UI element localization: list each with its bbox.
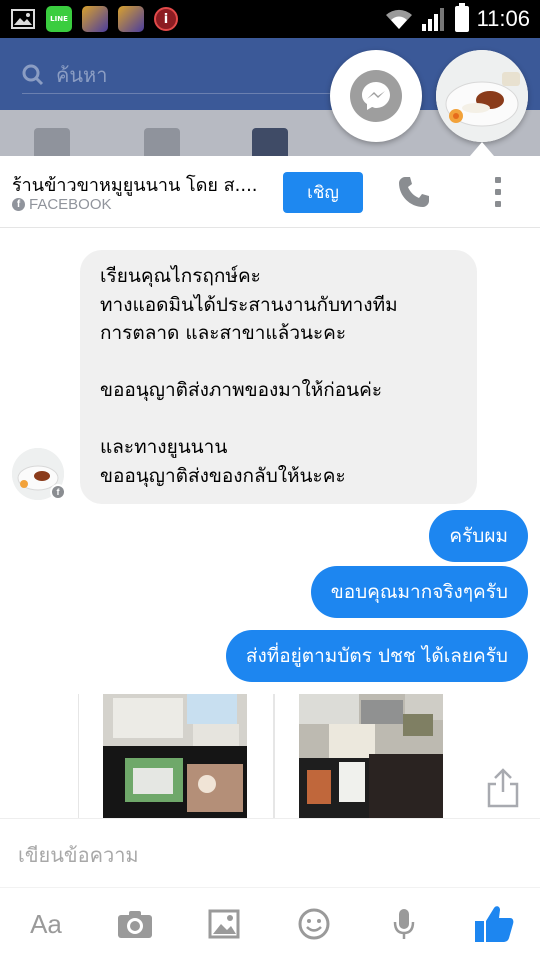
news-feed-tab-icon[interactable] — [34, 128, 70, 158]
conversation-subtitle: f FACEBOOK — [12, 196, 112, 213]
camera-icon[interactable] — [113, 902, 157, 946]
game-icon — [118, 6, 144, 32]
chat-header: ร้านข้าวขาหมูยูนนาน โดย ส.... f FACEBOOK… — [0, 156, 540, 228]
text-format-icon[interactable]: Aa — [24, 902, 68, 946]
system-status: 11:06 — [385, 3, 530, 34]
facebook-logo-icon: f — [12, 198, 25, 211]
phone-call-icon[interactable] — [396, 174, 432, 210]
signal-icon — [421, 8, 444, 31]
status-bar: LINE i 11:06 — [0, 0, 540, 38]
search-input[interactable]: ค้นหา — [56, 59, 107, 91]
line-icon: LINE — [46, 6, 72, 32]
conversation-title[interactable]: ร้านข้าวขาหมูยูนนาน โดย ส.... — [12, 170, 272, 199]
invite-button[interactable]: เชิญ — [283, 172, 363, 213]
message-line: ทางแอดมินได้ประสานงานกับทางทีม — [100, 293, 398, 316]
outgoing-message-bubble: ส่งที่อยู่ตามบัตร ปชช ได้เลยครับ — [225, 630, 528, 682]
microphone-icon[interactable] — [382, 902, 426, 946]
facebook-badge-icon: f — [50, 484, 66, 500]
message-line: เรียนคุณไกรฤกษ์คะ — [100, 265, 261, 287]
photo-attachment[interactable] — [274, 694, 448, 818]
search-bar[interactable]: ค้นหา — [22, 56, 352, 94]
message-composer: เขียนข้อความ Aa — [0, 818, 540, 960]
messenger-icon — [350, 70, 402, 122]
wifi-icon — [385, 9, 412, 29]
outgoing-message-bubble: ครับผม — [429, 510, 528, 562]
message-line: ขออนุญาติส่งของกลับให้นะคะ — [100, 464, 346, 487]
message-line: และทางยูนนาน — [100, 436, 228, 458]
battery-icon — [454, 3, 469, 32]
incoming-message-bubble: เรียนคุณไกรฤกษ์คะ ทางแอดมินได้ประสานงานก… — [80, 250, 477, 504]
photo-attachments — [78, 694, 448, 818]
photo-wallet-cards[interactable] — [103, 694, 247, 818]
platform-label: FACEBOOK — [29, 196, 112, 213]
message-line: ขออนุญาติส่งภาพของมาให้ก่อนค่ะ — [100, 379, 383, 401]
search-icon — [22, 64, 44, 85]
notification-icons: LINE i — [10, 5, 178, 33]
message-line: การตลาด และสาขาแล้วนะคะ — [100, 322, 347, 344]
share-icon[interactable] — [486, 768, 520, 808]
gallery-icon[interactable] — [202, 902, 246, 946]
screen: LINE i 11:06 ค้นหา ร้านข้าวขาหมูยูนนาน โ… — [0, 0, 540, 960]
message-line — [100, 405, 459, 434]
message-input[interactable]: เขียนข้อความ — [18, 839, 139, 871]
photo-attachment[interactable] — [78, 694, 274, 818]
like-icon[interactable] — [472, 902, 516, 946]
page-chat-head-avatar[interactable] — [436, 50, 528, 142]
chat-panel: ร้านข้าวขาหมูยูนนาน โดย ส.... f FACEBOOK… — [0, 156, 540, 960]
emoji-icon[interactable] — [292, 902, 336, 946]
photo-items[interactable] — [299, 694, 443, 818]
friends-tab-icon[interactable] — [144, 128, 180, 158]
outgoing-message-bubble: ขอบคุณมากจริงๆครับ — [310, 566, 528, 618]
clock: 11:06 — [476, 6, 530, 31]
info-icon: i — [154, 7, 178, 31]
chat-head-pointer — [470, 142, 494, 156]
composer-toolbar: Aa — [0, 887, 540, 960]
messages-tab-icon[interactable] — [252, 128, 288, 158]
messenger-chat-head[interactable] — [330, 50, 422, 142]
gallery-notification-icon — [10, 6, 36, 32]
message-line — [100, 348, 459, 377]
game-icon — [82, 6, 108, 32]
more-options-icon[interactable] — [488, 174, 508, 210]
